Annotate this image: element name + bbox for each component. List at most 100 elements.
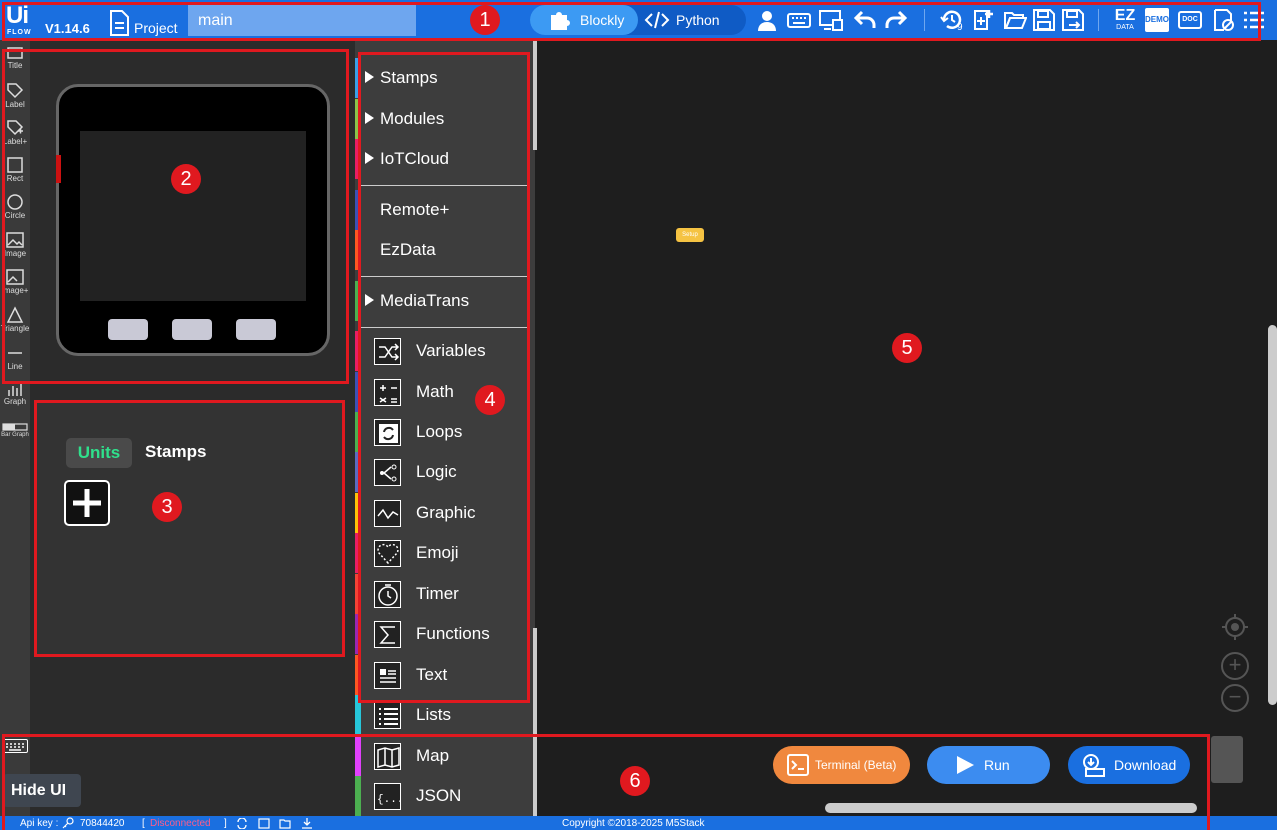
category-label: Logic <box>416 462 457 481</box>
category-text[interactable]: Text <box>355 655 530 695</box>
status-save-icon[interactable] <box>258 818 270 829</box>
hide-ui-button[interactable]: Hide UI <box>3 774 81 807</box>
tool-label[interactable]: Label <box>0 82 30 109</box>
tool-title[interactable]: Title <box>0 47 30 70</box>
tab-blockly[interactable]: Blockly <box>530 5 638 35</box>
category-logic[interactable]: Logic <box>355 452 530 492</box>
user-icon[interactable] <box>755 8 779 32</box>
category-functions[interactable]: Functions <box>355 614 530 654</box>
tool-circle[interactable]: Circle <box>0 193 30 220</box>
api-key-value[interactable]: 70844420 <box>80 818 125 829</box>
tool-label: Bar Graph <box>1 432 29 438</box>
redo-icon[interactable] <box>884 8 908 32</box>
open-folder-icon[interactable] <box>1003 8 1028 32</box>
blockly-workspace[interactable] <box>537 40 1277 816</box>
save-icon[interactable] <box>1032 8 1056 32</box>
recenter-icon[interactable] <box>1221 613 1249 641</box>
category-emoji[interactable]: Emoji <box>355 533 530 573</box>
tool-image-plus[interactable]: Image+ <box>0 268 30 295</box>
setup-block[interactable]: Setup <box>676 228 704 242</box>
category-label: Modules <box>380 109 445 128</box>
mode-switch[interactable]: Blockly Python <box>530 5 746 35</box>
device-icon[interactable] <box>819 8 843 32</box>
tool-label: Label <box>5 100 25 109</box>
terminal-button[interactable]: Terminal (Beta) <box>773 746 910 784</box>
category-color-bar <box>355 614 361 654</box>
ezdata-icon[interactable]: EZ DATA <box>1112 8 1138 32</box>
category-math[interactable]: Math <box>355 372 530 412</box>
trash-icon[interactable] <box>1211 736 1243 783</box>
category-modules[interactable]: Modules <box>355 99 530 139</box>
tab-stamps[interactable]: Stamps <box>145 442 206 462</box>
tool-triangle[interactable]: Triangle <box>0 306 30 333</box>
device-button-c[interactable] <box>236 319 276 340</box>
tab-units[interactable]: Units <box>66 438 132 468</box>
history-icon[interactable]: 9 <box>940 8 964 33</box>
circle-icon <box>7 194 23 210</box>
workspace-vertical-scrollbar[interactable] <box>1268 325 1277 705</box>
tool-label: Rect <box>6 174 24 183</box>
category-lists[interactable]: Lists <box>355 695 530 735</box>
run-button[interactable]: Run <box>927 746 1050 784</box>
ezdata-sub: DATA <box>1116 24 1134 31</box>
tool-label: Image+ <box>1 286 29 295</box>
doc-icon[interactable]: DOC <box>1178 8 1202 32</box>
category-mediatrans[interactable]: MediaTrans <box>355 281 530 321</box>
puzzle-icon <box>551 12 570 30</box>
tool-label: Label+ <box>2 137 28 146</box>
category-loops[interactable]: Loops <box>355 412 530 452</box>
status-folder-icon[interactable] <box>279 818 291 829</box>
category-iotcloud[interactable]: IoTCloud <box>355 139 530 179</box>
annotation-badge-3: 3 <box>152 492 182 522</box>
category-timer[interactable]: Timer <box>355 574 530 614</box>
tool-bar-graph[interactable]: Bar Graph <box>0 422 30 438</box>
zoom-out-icon[interactable]: − <box>1221 684 1249 712</box>
device-button-b[interactable] <box>172 319 212 340</box>
zoom-in-icon[interactable]: + <box>1221 652 1249 680</box>
category-json[interactable]: {...} JSON <box>355 776 530 816</box>
category-remote-[interactable]: Remote+ <box>355 190 530 230</box>
category-ezdata[interactable]: EzData <box>355 230 530 270</box>
label-icon <box>7 83 24 99</box>
math-icon <box>374 379 401 406</box>
add-unit-button[interactable] <box>64 480 110 526</box>
category-label: Math <box>416 382 454 401</box>
device-screen[interactable] <box>80 131 306 301</box>
tool-image[interactable]: Image <box>0 231 30 258</box>
refresh-icon[interactable] <box>236 818 248 829</box>
image-icon <box>6 232 24 248</box>
keyboard-toggle-icon[interactable] <box>2 739 28 753</box>
category-color-bar <box>355 695 361 735</box>
toolbar-divider <box>1098 9 1099 31</box>
status-download-icon[interactable] <box>301 817 313 829</box>
title-icon <box>7 47 23 59</box>
project-label[interactable]: Project <box>134 20 178 36</box>
category-label: Timer <box>416 584 459 603</box>
annotation-badge-2: 2 <box>171 164 201 194</box>
annotation-badge-4: 4 <box>475 385 505 415</box>
keyboard-icon[interactable] <box>787 8 811 32</box>
project-name-input[interactable] <box>188 5 416 36</box>
status-bar: Api key : 70844420 [ Disconnected ] Copy… <box>0 816 1277 830</box>
save-as-icon[interactable] <box>1061 8 1085 32</box>
new-file-icon[interactable] <box>972 8 996 32</box>
category-map[interactable]: Map <box>355 736 530 776</box>
project-file-icon[interactable] <box>108 10 130 36</box>
tool-rect[interactable]: Rect <box>0 156 30 183</box>
tool-graph[interactable]: Graph <box>0 381 30 406</box>
undo-icon[interactable] <box>853 8 877 32</box>
tab-python[interactable]: Python <box>638 5 746 35</box>
settings-icon[interactable] <box>1211 8 1235 32</box>
tool-label-plus[interactable]: Label+ <box>0 119 30 146</box>
category-graphic[interactable]: Graphic <box>355 493 530 533</box>
category-stamps[interactable]: Stamps <box>355 58 530 98</box>
tab-python-label: Python <box>676 12 720 28</box>
menu-icon[interactable] <box>1242 8 1266 32</box>
tool-line[interactable]: Line <box>0 344 30 371</box>
category-divider <box>358 185 528 186</box>
demo-icon[interactable]: DEMO <box>1145 8 1169 32</box>
workspace-horizontal-scrollbar[interactable] <box>825 803 1197 813</box>
category-variables[interactable]: Variables <box>355 331 530 371</box>
download-button[interactable]: Download <box>1068 746 1190 784</box>
device-button-a[interactable] <box>108 319 148 340</box>
